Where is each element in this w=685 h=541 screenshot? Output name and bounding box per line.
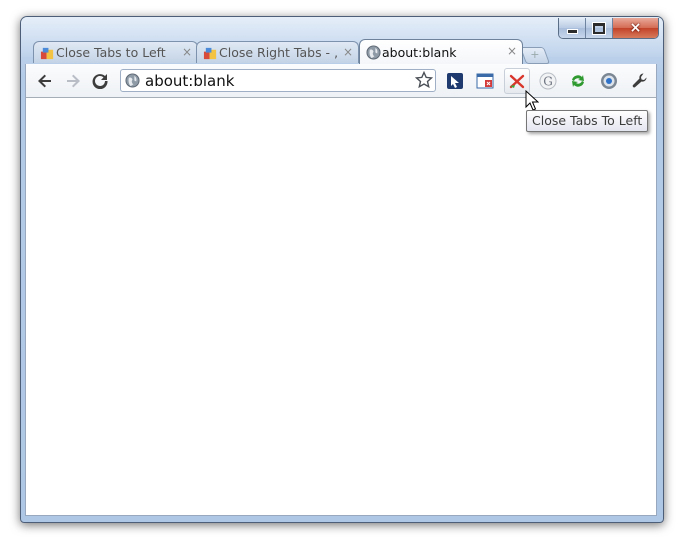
tab-close-icon[interactable]: × bbox=[182, 45, 192, 59]
extension-button-1[interactable] bbox=[444, 70, 466, 92]
back-arrow-icon bbox=[38, 74, 51, 88]
browser-window: × Close Tabs to Left × Close Right Tabs … bbox=[20, 16, 664, 523]
wrench-menu-button[interactable] bbox=[629, 70, 651, 92]
star-icon[interactable] bbox=[415, 71, 433, 89]
close-tabs-left-extension-icon bbox=[509, 74, 525, 89]
tab-strip: Close Tabs to Left × Close Right Tabs - … bbox=[21, 39, 663, 64]
tab-title: Close Tabs to Left bbox=[56, 45, 166, 60]
tab-close-tabs-to-left[interactable]: Close Tabs to Left × bbox=[33, 41, 198, 63]
tab-close-icon[interactable]: × bbox=[507, 44, 517, 58]
toolbar: about:blank G bbox=[25, 64, 657, 98]
window-tabs-extension-icon bbox=[476, 73, 494, 89]
cursor-arrow-extension-icon bbox=[447, 73, 463, 89]
new-tab-button[interactable]: + bbox=[519, 47, 551, 64]
tooltip: Close Tabs To Left bbox=[526, 110, 649, 132]
mouse-pointer-icon bbox=[525, 90, 539, 111]
target-disc-extension-icon bbox=[601, 73, 617, 89]
tooltip-text: Close Tabs To Left bbox=[532, 113, 643, 128]
page-content[interactable] bbox=[25, 98, 657, 516]
extension-button-6[interactable] bbox=[598, 70, 620, 92]
tab-close-icon[interactable]: × bbox=[343, 45, 353, 59]
omnibox-url[interactable]: about:blank bbox=[145, 72, 234, 90]
close-window-button[interactable]: × bbox=[613, 18, 658, 38]
plus-icon: + bbox=[530, 48, 540, 61]
tab-about-blank[interactable]: about:blank × bbox=[359, 39, 523, 64]
minimize-button[interactable] bbox=[559, 18, 586, 38]
extension-puzzle-icon bbox=[203, 47, 217, 60]
globe-icon bbox=[366, 45, 381, 60]
maximize-icon bbox=[592, 21, 606, 35]
extension-button-4[interactable]: G bbox=[537, 70, 559, 92]
extension-button-2[interactable] bbox=[474, 70, 496, 92]
tab-title: Close Right Tabs - ‚ bbox=[219, 45, 339, 60]
omnibox[interactable]: about:blank bbox=[120, 69, 436, 92]
maximize-button[interactable] bbox=[586, 18, 613, 38]
sync-recycle-extension-icon bbox=[572, 75, 584, 87]
close-icon: × bbox=[629, 20, 642, 36]
back-button[interactable] bbox=[34, 70, 56, 92]
extension-button-5[interactable] bbox=[567, 70, 589, 92]
caption-buttons: × bbox=[558, 18, 659, 39]
extension-puzzle-icon bbox=[40, 47, 54, 60]
minimize-icon bbox=[566, 28, 578, 34]
tab-title: about:blank bbox=[382, 44, 457, 60]
tab-close-right-tabs[interactable]: Close Right Tabs - ‚ × bbox=[196, 41, 359, 63]
wrench-icon bbox=[632, 73, 647, 88]
svg-text:G: G bbox=[543, 75, 553, 89]
forward-arrow-icon bbox=[67, 74, 80, 88]
globe-icon bbox=[125, 73, 140, 88]
forward-button[interactable] bbox=[62, 70, 84, 92]
close-tabs-to-left-button[interactable] bbox=[506, 70, 528, 92]
reload-icon bbox=[92, 74, 108, 89]
reload-button[interactable] bbox=[89, 70, 111, 92]
google-extension-icon: G bbox=[539, 72, 557, 90]
